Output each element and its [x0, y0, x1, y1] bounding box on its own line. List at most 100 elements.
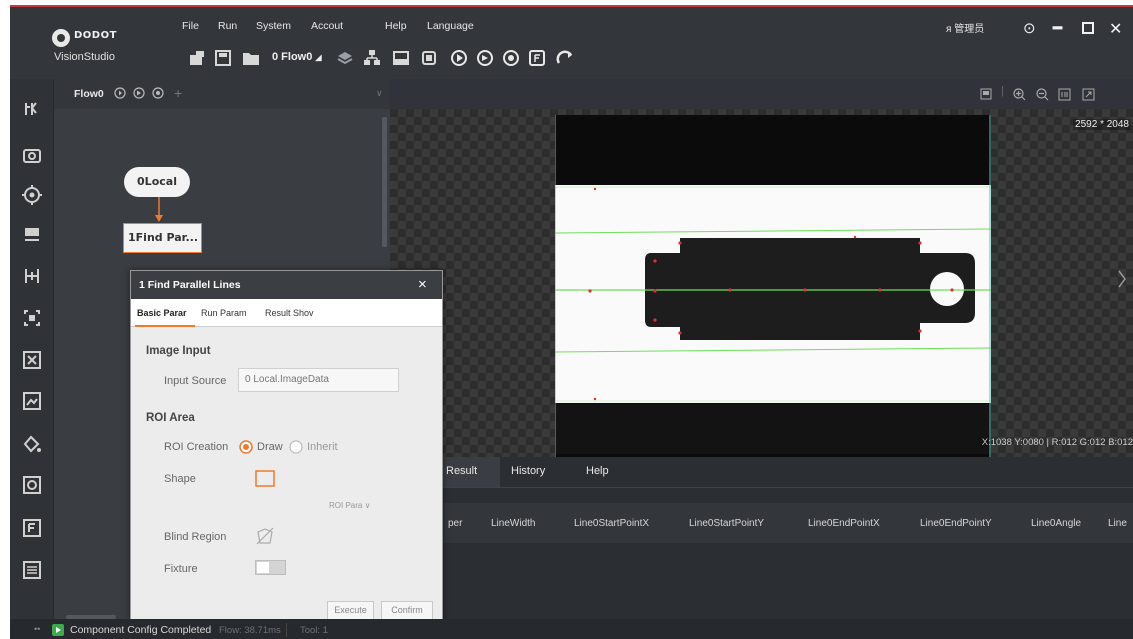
dialog-header[interactable]: 1 Find Parallel Lines × [131, 271, 442, 299]
flow-scrollbar[interactable] [382, 117, 387, 247]
deep-learning-icon[interactable] [22, 475, 42, 495]
tab-result-show[interactable]: Result Shov [265, 308, 314, 318]
panel-icon[interactable] [528, 49, 546, 67]
fit-window-icon[interactable] [980, 88, 992, 100]
actual-size-icon[interactable] [1058, 88, 1071, 101]
flow-selector-dropdown[interactable]: 0 Flow0 ◢ [272, 51, 322, 63]
tab-result[interactable]: Result [446, 465, 477, 477]
tab-divider [390, 487, 1133, 488]
radio-inherit[interactable] [289, 440, 303, 454]
roi-area-section-title: ROI Area [146, 412, 195, 424]
flow-tab[interactable]: Flow0 [74, 88, 104, 100]
column-header[interactable]: Line0EndPointY [920, 518, 992, 529]
flow-time: Flow: 38.71ms [219, 625, 281, 636]
column-header[interactable]: Line0Angle [1031, 518, 1081, 529]
close-icon[interactable]: ✕ [1109, 19, 1122, 39]
zoom-in-icon[interactable] [1013, 88, 1026, 101]
rectangle-shape-icon[interactable] [255, 470, 275, 488]
roi-para-toggle[interactable]: ROI Para ∨ [329, 501, 370, 510]
flow-loop-icon[interactable] [133, 87, 145, 99]
input-source-value: 0 Local.ImageData [245, 374, 329, 385]
image-source-icon[interactable] [22, 99, 42, 119]
network-icon[interactable] [363, 49, 381, 67]
measure-icon[interactable] [22, 225, 42, 245]
column-header[interactable]: Line0StartPointY [689, 518, 764, 529]
tab-history[interactable]: History [511, 465, 545, 477]
menu-account[interactable]: Accout [311, 20, 343, 32]
image-view: | 2592 * 2048 X:1038 Y:0080 | R:012 G:01… [390, 79, 1133, 457]
menu-language[interactable]: Language [427, 20, 474, 32]
run-once-icon[interactable] [450, 49, 468, 67]
toolbar-divider: | [1001, 85, 1004, 97]
logic-tool-icon[interactable] [22, 518, 42, 538]
user-label: 管理员 [954, 24, 985, 35]
new-solution-icon[interactable] [188, 49, 206, 67]
defect-detect-icon[interactable] [22, 350, 42, 370]
fullscreen-icon[interactable] [1082, 88, 1095, 101]
flow-connector [155, 197, 163, 222]
confirm-button[interactable]: Confirm [381, 601, 433, 620]
dialog-title: 1 Find Parallel Lines [139, 279, 241, 291]
chevron-right-icon[interactable] [1117, 269, 1127, 289]
refresh-icon[interactable] [556, 49, 574, 67]
image-process-icon[interactable] [22, 391, 42, 411]
flow-node-find-parallel-lines[interactable]: 1Find Par... [123, 223, 202, 253]
settings-icon[interactable]: ⊙ [1023, 19, 1036, 37]
save-icon[interactable] [214, 49, 232, 67]
close-icon[interactable]: × [418, 276, 427, 293]
column-header[interactable]: Line [1108, 518, 1127, 529]
radio-draw-label[interactable]: Draw [257, 441, 283, 453]
tab-basic-param[interactable]: Basic Parar [137, 308, 187, 318]
image-icon[interactable] [392, 49, 410, 67]
user-admin[interactable]: ᴙ 管理员 [946, 20, 984, 35]
flow-stop-icon[interactable] [152, 87, 164, 99]
expand-icon[interactable]: •• [34, 624, 40, 634]
app-window: DODOT VisionStudio File Run System Accou… [10, 5, 1133, 639]
zoom-out-icon[interactable] [1036, 88, 1049, 101]
menu-run[interactable]: Run [218, 20, 237, 32]
menu-help[interactable]: Help [385, 20, 407, 32]
result-panel: Result History Help per LineWidth Line0S… [390, 457, 1133, 631]
chevron-down-icon: ◢ [315, 53, 322, 62]
execute-button[interactable]: Execute [327, 601, 374, 620]
open-folder-icon[interactable] [242, 49, 260, 67]
tab-run-param[interactable]: Run Param [201, 308, 247, 318]
recognition-icon[interactable] [22, 308, 42, 328]
run-loop-icon[interactable] [476, 49, 494, 67]
dialog-tabs: Basic Parar Run Param Result Shov [131, 299, 442, 327]
user-icon: ᴙ [946, 24, 952, 35]
add-flow-tab[interactable]: + [174, 85, 182, 101]
column-header[interactable]: Line0EndPointX [808, 518, 880, 529]
flow-run-icon[interactable] [114, 87, 126, 99]
blind-region-icon[interactable] [255, 526, 275, 546]
fixture-toggle[interactable] [255, 560, 286, 575]
tool-time: Tool: 1 [300, 625, 328, 636]
calibration-icon[interactable] [22, 266, 42, 286]
locate-icon[interactable] [22, 185, 42, 205]
image-toolbar: | [390, 79, 1133, 109]
layers-icon[interactable] [336, 49, 354, 67]
communication-icon[interactable] [22, 560, 42, 580]
column-header[interactable]: per [448, 518, 462, 529]
maximize-icon[interactable] [1082, 19, 1094, 34]
captured-image[interactable] [555, 115, 991, 457]
image-input-section-title: Image Input [146, 345, 211, 357]
pixel-readout: X:1038 Y:0080 | R:012 G:012 B:012 [981, 437, 1133, 448]
color-process-icon[interactable] [22, 434, 42, 454]
chevron-down-icon[interactable]: ∨ [376, 88, 383, 99]
title-bar: DODOT VisionStudio File Run System Accou… [10, 7, 1133, 79]
camera-device-icon[interactable] [420, 49, 438, 67]
column-header[interactable]: LineWidth [491, 518, 535, 529]
camera-icon[interactable] [22, 145, 42, 165]
stop-icon[interactable] [502, 49, 520, 67]
column-header[interactable]: Line0StartPointX [574, 518, 649, 529]
menu-file[interactable]: File [182, 20, 199, 32]
radio-draw[interactable] [239, 440, 253, 454]
flow-node-local[interactable]: 0Local [124, 167, 190, 197]
radio-inherit-label[interactable]: Inherit [307, 441, 338, 453]
tab-help[interactable]: Help [586, 465, 609, 477]
input-source-field[interactable]: 0 Local.ImageData [238, 368, 399, 392]
product-name: VisionStudio [54, 51, 115, 63]
minimize-icon[interactable]: ━ [1053, 19, 1062, 37]
menu-system[interactable]: System [256, 20, 291, 32]
